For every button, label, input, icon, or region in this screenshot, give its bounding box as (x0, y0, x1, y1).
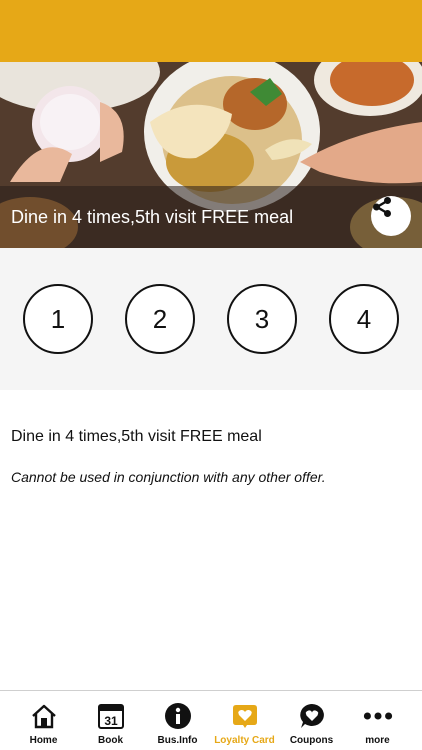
offer-description: Dine in 4 times,5th visit FREE meal (11, 428, 262, 445)
calendar-day: 31 (104, 714, 118, 728)
stamp-card: 1 2 3 4 (0, 248, 422, 390)
tab-coupons-label: Coupons (289, 735, 334, 746)
more-icon (363, 702, 393, 730)
stamp-2[interactable]: 2 (125, 284, 195, 354)
tab-bus-info-label: Bus.Info (157, 735, 198, 746)
tab-loyalty-card[interactable]: Loyalty Card (211, 691, 278, 750)
top-bar (0, 0, 422, 62)
tab-home[interactable]: Home (10, 691, 77, 750)
tab-more-label: more (365, 735, 390, 746)
info-icon (163, 702, 193, 730)
offer-title: Dine in 4 times,5th visit FREE meal (11, 207, 294, 227)
calendar-icon: 31 (96, 702, 126, 730)
bottom-tab-bar: Home 31 Book Bus.Info Loyalty Card Coupo… (0, 690, 422, 750)
tab-home-label: Home (29, 735, 58, 746)
tab-loyalty-card-label: Loyalty Card (214, 735, 275, 746)
tab-bus-info[interactable]: Bus.Info (144, 691, 211, 750)
heart-chat-icon (297, 702, 327, 730)
tab-book[interactable]: 31 Book (77, 691, 144, 750)
home-icon (29, 702, 59, 730)
tab-more[interactable]: more (344, 691, 411, 750)
share-button[interactable] (371, 196, 411, 236)
share-icon (373, 197, 391, 217)
offer-hero-image: Dine in 4 times,5th visit FREE meal (0, 62, 422, 248)
stamp-4[interactable]: 4 (329, 284, 399, 354)
offer-terms: Cannot be used in conjunction with any o… (11, 469, 326, 485)
tab-coupons[interactable]: Coupons (278, 691, 345, 750)
tab-book-label: Book (98, 735, 123, 746)
heart-badge-icon (230, 702, 260, 730)
stamp-3[interactable]: 3 (227, 284, 297, 354)
stamp-1[interactable]: 1 (23, 284, 93, 354)
